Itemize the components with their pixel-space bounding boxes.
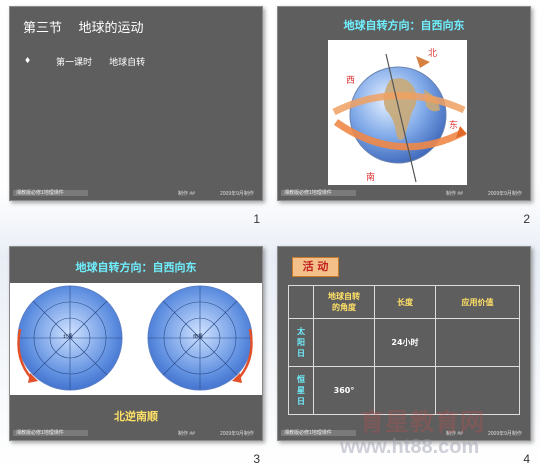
- footer-right: 2009年9月制作: [220, 191, 254, 197]
- header-value: 应用价值: [435, 285, 520, 319]
- slide-title: 第三节 地球的运动: [23, 21, 144, 36]
- slide-title: 地球自转方向：自西向东: [75, 261, 197, 274]
- earth-rotation-image: 北 西 东 南: [328, 40, 467, 185]
- footer-left: 湘教版必修1地理课件: [13, 190, 88, 196]
- slide-footer: 湘教版必修1地理课件 制作 ## 2009年9月制作: [10, 186, 262, 200]
- slide-number: 2: [523, 212, 530, 226]
- footer-mid: 制作 ##: [178, 191, 195, 197]
- row-label-solar-day: 太 阳 日: [288, 318, 314, 367]
- south-pole-label: 南极: [193, 334, 204, 340]
- activity-table: 地球自转 的角度 长度 应用价值 太 阳 日 24小时 恒 星 日 360°: [288, 285, 520, 415]
- slide-footer: 湘教版必修1地理课件 制作 ## 2009年9月制作: [10, 426, 262, 440]
- footer-right: 2009年9月制作: [488, 191, 522, 197]
- cell-solar-value: [435, 318, 520, 367]
- north-pole-label: 北极: [63, 334, 74, 340]
- label-south: 南: [366, 173, 376, 183]
- slide-thumbnail-2[interactable]: 地球自转方向：自西向东 北 西 东 南 湘教版必修1地理课件 制作 ## 200…: [277, 6, 531, 201]
- slide-number: 1: [253, 212, 260, 226]
- polar-globes: [17, 285, 253, 391]
- slide-title: 地球自转方向：自西向东: [343, 19, 465, 32]
- slide-thumbnail-1[interactable]: 第三节 地球的运动 ♦ 第一课时 地球自转 湘教版必修1地理课件 制作 ## 2…: [9, 6, 263, 201]
- footer-mid: 制作 ##: [446, 191, 463, 197]
- footer-right: 2009年9月制作: [488, 431, 522, 437]
- footer-right: 2009年9月制作: [220, 431, 254, 437]
- watermark-brand: 育星教育网: [360, 408, 485, 436]
- slide-caption: 北逆南顺: [114, 410, 158, 423]
- table-corner: [288, 285, 314, 319]
- cell-solar-angle: [313, 318, 375, 367]
- globe-illustration: [332, 53, 467, 183]
- header-length: 长度: [374, 285, 436, 319]
- header-angle: 地球自转 的角度: [313, 285, 375, 319]
- footer-left: 湘教版必修1地理课件: [281, 190, 356, 196]
- row-label-sidereal-day: 恒 星 日: [288, 366, 314, 415]
- slide-footer: 湘教版必修1地理课件 制作 ## 2009年9月制作: [278, 186, 530, 200]
- footer-mid: 制作 ##: [178, 431, 195, 437]
- slide-number: 3: [253, 452, 260, 466]
- footer-left: 湘教版必修1地理课件: [13, 430, 88, 436]
- slide-number: 4: [523, 452, 530, 466]
- bullet-icon: ♦: [24, 56, 32, 65]
- label-west: 西: [346, 76, 356, 86]
- watermark-url: www.ht88.com: [340, 436, 480, 458]
- slide-thumbnail-3[interactable]: 地球自转方向：自西向东 北极 南极 北逆南顺 湘教版必修1地理课件 制作 ## …: [9, 246, 263, 441]
- cell-solar-length: 24小时: [374, 318, 436, 367]
- polar-view-image: 北极 南极: [10, 283, 262, 395]
- label-north: 北: [428, 49, 438, 59]
- bullet-text: 第一课时 地球自转: [56, 58, 146, 68]
- label-east: 东: [449, 121, 459, 131]
- activity-badge: 活 动: [292, 257, 339, 277]
